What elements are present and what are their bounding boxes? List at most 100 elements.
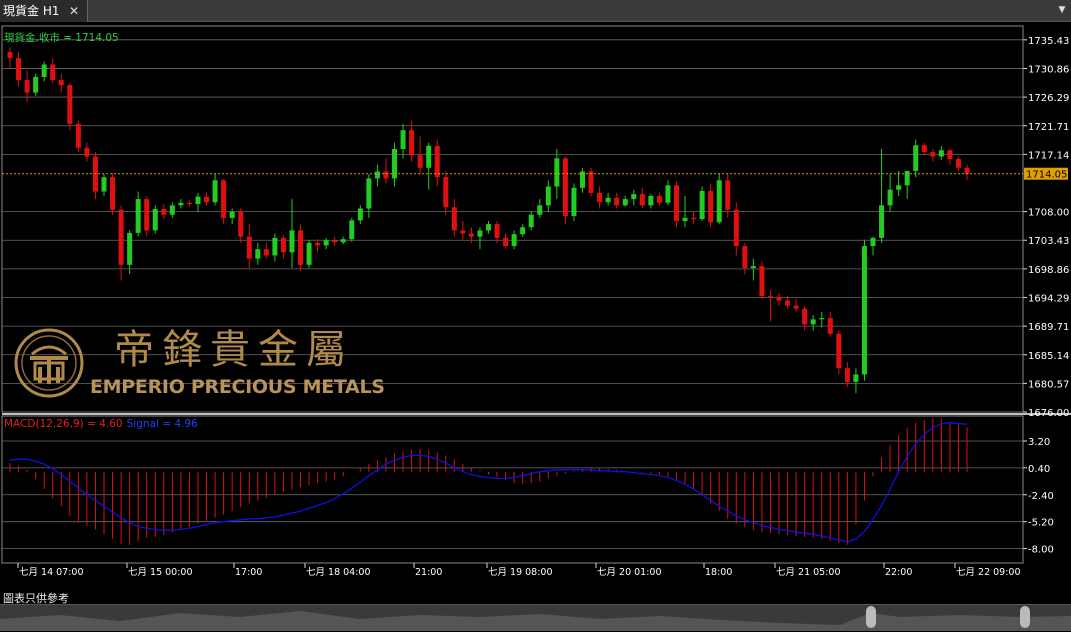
price-tick-label: 1694.29: [1028, 293, 1069, 304]
price-chart[interactable]: 1735.43 1730.86 1726.29 1721.71 1717.14 1708.…: [0, 23, 1071, 600]
candle-body: [477, 230, 483, 237]
scrollbar-left-handle[interactable]: [866, 606, 876, 628]
time-tick-label: 21:00: [415, 567, 442, 578]
candle-body: [614, 197, 620, 206]
candle-body: [520, 227, 526, 235]
candle-body: [135, 199, 141, 233]
candle-body: [349, 220, 355, 240]
symbol-close-label: 現貨金,收市 = 1714.05: [4, 32, 119, 44]
candle-body: [323, 240, 329, 246]
candle-body: [802, 308, 808, 325]
candle-body: [844, 368, 850, 382]
time-tick-label: 七月 20 01:00: [597, 567, 662, 578]
candle-body: [298, 230, 304, 265]
candle-body: [588, 171, 594, 193]
candle-body: [84, 147, 90, 157]
macd-tick-label: -8.00: [1028, 545, 1054, 556]
candle-body: [357, 208, 363, 221]
time-tick-label: 17:00: [235, 567, 262, 578]
candle-body: [964, 167, 970, 174]
candle-body: [400, 130, 406, 149]
price-tick-label: 1703.43: [1028, 236, 1069, 247]
candle-body: [665, 185, 671, 203]
candle-body: [879, 205, 885, 238]
candle-body: [691, 217, 697, 220]
candle-body: [699, 190, 705, 220]
scrollbar-overview: [0, 611, 1071, 631]
logo: 帝鋒貴金屬 EMPERIO PRECIOUS METALS: [14, 326, 414, 402]
candle-body: [246, 236, 252, 259]
candle-body: [460, 230, 466, 234]
candle-body: [759, 266, 765, 297]
candle-body: [631, 194, 637, 200]
candle-body: [930, 152, 936, 157]
candle-body: [426, 145, 432, 168]
candle-body: [374, 171, 380, 179]
time-tick-label: 七月 14 07:00: [19, 567, 84, 578]
candle-body: [33, 76, 39, 93]
candle-body: [486, 224, 491, 231]
candle-body: [742, 246, 748, 268]
candle-body: [503, 237, 509, 247]
candle-body: [195, 196, 201, 205]
current-price-label: 1714.05: [1026, 170, 1067, 181]
candle-body: [101, 177, 107, 192]
candle-body: [118, 209, 124, 265]
candle-body: [733, 209, 739, 247]
candle-body: [289, 230, 295, 253]
price-tick-label: 1685.14: [1028, 351, 1069, 362]
candle-body: [221, 180, 227, 218]
macd-tick-label: -5.20: [1028, 518, 1054, 529]
time-tick-label: 七月 21 05:00: [776, 567, 841, 578]
close-icon[interactable]: ✕: [66, 0, 82, 22]
macd-tick-label: 3.20: [1028, 437, 1050, 448]
candle-body: [904, 170, 910, 186]
candle-body: [178, 202, 184, 206]
candle-body: [725, 180, 731, 210]
candle-body: [921, 145, 927, 153]
candle-body: [212, 180, 218, 203]
scrollbar[interactable]: [0, 604, 1071, 631]
candle-body: [639, 194, 645, 206]
candle-body: [793, 305, 799, 309]
macd-tick-label: -2.40: [1028, 491, 1054, 502]
price-tick-label: 1726.29: [1028, 93, 1069, 104]
candle-body: [161, 209, 167, 215]
candle-body: [24, 80, 30, 93]
candle-body: [186, 202, 192, 205]
candle-body: [229, 211, 235, 218]
macd-tick-label: 0.40: [1028, 464, 1050, 475]
candle-body: [545, 186, 551, 206]
candle-body: [443, 177, 449, 208]
candle-body: [272, 237, 278, 256]
scrollbar-right-handle[interactable]: [1020, 606, 1030, 628]
candle-body: [127, 232, 133, 265]
logo-emblem-icon: [14, 328, 84, 398]
price-tick-label: 1689.71: [1028, 322, 1069, 333]
candle-body: [861, 246, 867, 375]
macd-value-label: MACD(12,26,9) = 4.60: [4, 418, 123, 430]
candle-body: [204, 196, 210, 203]
time-tick-label: 18:00: [705, 567, 732, 578]
price-tick-label: 1721.71: [1028, 122, 1069, 133]
candle-body: [383, 171, 389, 179]
candle-body: [776, 296, 782, 301]
candle-body: [819, 318, 825, 320]
time-tick-label: 22:00: [885, 567, 912, 578]
candle-body: [110, 177, 116, 210]
candle-body: [562, 158, 568, 216]
candle-body: [605, 197, 611, 203]
candle-body: [682, 217, 688, 221]
candle-body: [827, 318, 833, 334]
macd-legend: MACD(12,26,9) = 4.60 Signal = 4.96: [4, 418, 198, 430]
candle-body: [340, 239, 346, 243]
candle-body: [887, 189, 893, 206]
price-tick-label: 1708.00: [1028, 208, 1069, 219]
chart-tab-label: 現貨金 H1: [3, 4, 60, 18]
candle-body: [708, 190, 714, 223]
candle-body: [597, 192, 603, 203]
candle-body: [955, 159, 961, 168]
candle-body: [58, 80, 64, 86]
chevron-down-icon[interactable]: ▼: [1057, 5, 1067, 17]
candle-body: [554, 158, 560, 187]
